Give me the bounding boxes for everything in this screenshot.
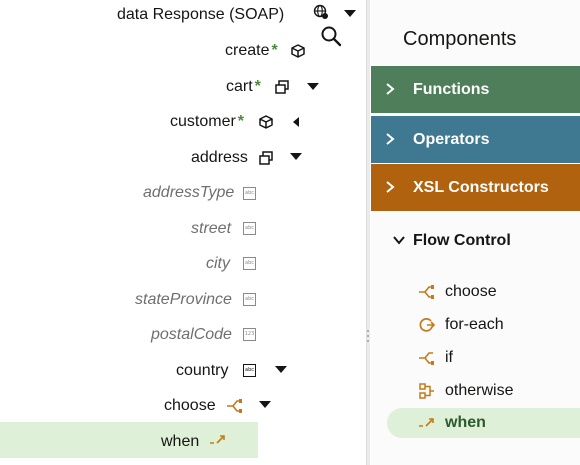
tree-node-postalcode[interactable]: postalCode bbox=[151, 321, 232, 349]
tree-node-label: country bbox=[176, 362, 229, 379]
repeating-element-icon bbox=[274, 79, 290, 95]
number-type-icon: 123 bbox=[243, 328, 256, 341]
chevron-down-icon bbox=[393, 234, 413, 248]
accordion-label: XSL Constructors bbox=[413, 178, 549, 196]
accordion-label: Operators bbox=[413, 130, 490, 148]
component-label: otherwise bbox=[445, 382, 514, 399]
expand-caret-icon[interactable] bbox=[307, 83, 319, 90]
expand-caret-icon[interactable] bbox=[275, 366, 287, 373]
pane-splitter[interactable] bbox=[366, 0, 370, 465]
tree-node-choose[interactable]: choose bbox=[164, 392, 216, 420]
tree-node-address[interactable]: address bbox=[191, 144, 248, 172]
tree-node-label: postalCode bbox=[151, 326, 232, 343]
components-panel: Components Functions Operators XSL Const… bbox=[371, 0, 580, 465]
component-choose[interactable]: choose bbox=[387, 277, 580, 307]
flow-control-label: Flow Control bbox=[413, 232, 511, 249]
components-title: Components bbox=[403, 28, 517, 50]
tree-node-root[interactable]: data Response (SOAP) bbox=[117, 1, 284, 29]
tree-node-addresstype[interactable]: addressType bbox=[143, 179, 234, 207]
if-icon bbox=[417, 349, 437, 367]
when-icon bbox=[209, 433, 227, 447]
component-label: when bbox=[445, 414, 486, 431]
string-type-icon: abc bbox=[243, 364, 256, 377]
tree-node-create[interactable]: create * bbox=[225, 37, 278, 65]
tree-node-label: cart bbox=[226, 78, 253, 95]
required-marker: * bbox=[237, 113, 245, 130]
mapping-tree-pane: data Response (SOAP) create * cart * custo… bbox=[0, 0, 366, 465]
tree-node-country[interactable]: country bbox=[176, 357, 228, 385]
tree-node-street[interactable]: street bbox=[191, 215, 231, 243]
accordion-xsl-constructors[interactable]: XSL Constructors bbox=[371, 164, 580, 211]
search-icon[interactable] bbox=[320, 25, 342, 47]
chevron-right-icon bbox=[385, 82, 405, 98]
for-each-icon bbox=[417, 316, 437, 334]
chevron-right-icon bbox=[385, 180, 405, 196]
choose-icon bbox=[417, 283, 437, 301]
component-when[interactable]: when bbox=[387, 408, 580, 438]
tree-node-label: city bbox=[206, 255, 230, 272]
splitter-grip-icon[interactable] bbox=[366, 330, 370, 342]
component-label: if bbox=[445, 349, 453, 366]
repeating-element-icon bbox=[258, 150, 274, 166]
flow-control-header[interactable]: Flow Control bbox=[393, 232, 511, 250]
collapse-caret-icon[interactable] bbox=[293, 117, 299, 127]
string-type-icon: abc bbox=[243, 257, 256, 270]
tree-node-when[interactable]: when bbox=[161, 428, 199, 456]
tree-node-label: addressType bbox=[143, 184, 235, 201]
string-type-icon: abc bbox=[243, 222, 256, 235]
otherwise-icon bbox=[417, 382, 437, 400]
cube-icon bbox=[258, 114, 274, 130]
required-marker: * bbox=[254, 78, 261, 95]
tree-node-cart[interactable]: cart * bbox=[226, 73, 261, 101]
component-label: for-each bbox=[445, 316, 504, 333]
component-label: choose bbox=[445, 283, 497, 300]
expand-caret-icon[interactable] bbox=[259, 401, 271, 408]
component-if[interactable]: if bbox=[387, 343, 580, 373]
tree-node-label: street bbox=[191, 220, 232, 237]
tree-node-customer[interactable]: customer * bbox=[170, 108, 244, 136]
tree-node-label: data Response (SOAP) bbox=[117, 6, 285, 23]
when-icon bbox=[417, 414, 437, 432]
accordion-functions[interactable]: Functions bbox=[371, 66, 580, 113]
expand-caret-icon[interactable] bbox=[290, 153, 302, 160]
tree-node-city[interactable]: city bbox=[206, 250, 230, 278]
choose-icon bbox=[226, 398, 244, 414]
expand-caret-icon[interactable] bbox=[344, 10, 356, 17]
string-type-icon: abc bbox=[243, 187, 256, 200]
chevron-right-icon bbox=[385, 132, 405, 148]
tree-node-label: stateProvince bbox=[135, 291, 232, 308]
tree-node-stateprovince[interactable]: stateProvince bbox=[135, 286, 232, 314]
required-marker: * bbox=[271, 42, 278, 59]
accordion-label: Functions bbox=[413, 80, 490, 98]
tree-node-label: address bbox=[191, 149, 248, 166]
accordion-operators[interactable]: Operators bbox=[371, 116, 580, 163]
tree-node-label: choose bbox=[164, 397, 216, 414]
globe-icon bbox=[313, 4, 329, 20]
tree-node-label: create bbox=[225, 42, 270, 59]
component-for-each[interactable]: for-each bbox=[387, 310, 580, 340]
component-otherwise[interactable]: otherwise bbox=[387, 376, 580, 406]
string-type-icon: abc bbox=[243, 293, 256, 306]
tree-node-label: when bbox=[161, 433, 200, 450]
cube-icon bbox=[290, 43, 306, 59]
tree-node-label: customer bbox=[170, 113, 236, 130]
